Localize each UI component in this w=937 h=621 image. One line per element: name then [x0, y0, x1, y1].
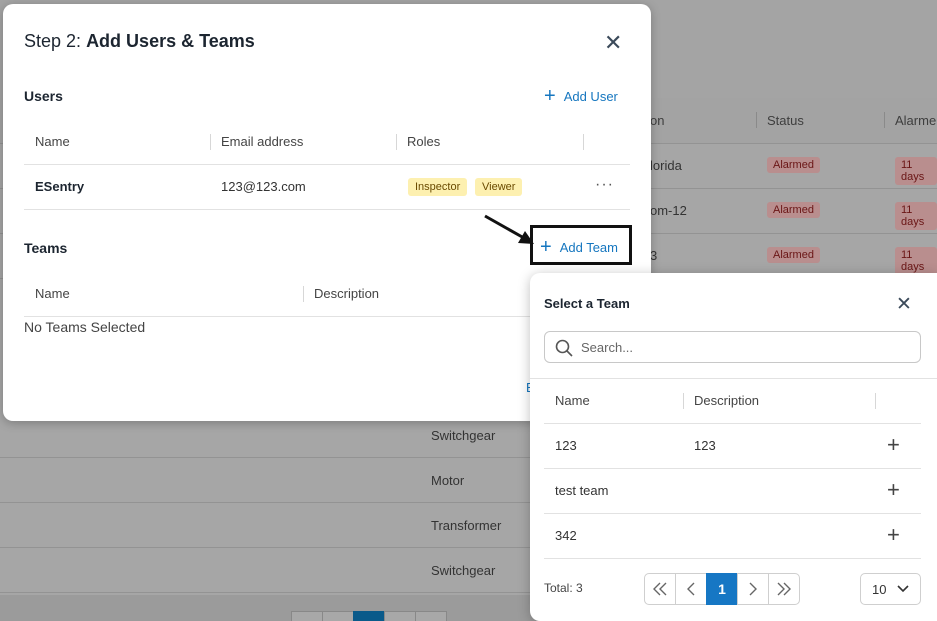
teams-column-description: Description [314, 286, 380, 301]
column-divider [396, 134, 397, 150]
highlight-box [530, 225, 632, 265]
bg-alarmed-badge: 11 days [895, 247, 937, 275]
panel-column-name: Name [555, 393, 590, 408]
panel-title: Select a Team [544, 296, 630, 311]
search-placeholder: Search... [581, 339, 634, 355]
prev-page-button[interactable] [675, 573, 707, 605]
add-team-row-plus-icon[interactable]: + [887, 524, 900, 546]
search-icon [555, 339, 573, 357]
chevron-left-icon [687, 582, 695, 596]
users-column-roles: Roles [407, 134, 441, 149]
pagination: 1 [644, 573, 800, 605]
double-chevron-right-icon [777, 582, 791, 596]
table-divider [24, 164, 630, 165]
page-size-value: 10 [872, 581, 887, 597]
bg-location-cell: om-12 [650, 203, 687, 218]
total-count: Total: 3 [544, 581, 583, 595]
bg-page-button [322, 611, 354, 621]
table-divider [544, 423, 921, 424]
bg-alarmed-badge: 11 days [895, 202, 937, 230]
bg-status-badge: Alarmed [767, 202, 820, 218]
add-user-button[interactable]: + Add User [544, 86, 618, 106]
bg-page-button [415, 611, 447, 621]
column-divider [875, 393, 876, 409]
bg-asset-type-cell: Switchgear [431, 563, 496, 578]
first-page-button[interactable] [644, 573, 676, 605]
bg-column-divider [884, 112, 885, 128]
bg-page-button [291, 611, 323, 621]
column-divider [210, 134, 211, 150]
modal-title: Step 2: Add Users & Teams [24, 31, 255, 52]
next-page-button[interactable] [737, 573, 769, 605]
panel-column-description: Description [694, 393, 760, 408]
teams-column-name: Name [35, 286, 70, 301]
team-name: 123 [555, 438, 577, 453]
role-tag-viewer: Viewer [475, 178, 523, 196]
teams-section-title: Teams [24, 240, 68, 256]
team-name: 342 [555, 528, 577, 543]
page-button-current[interactable]: 1 [706, 573, 738, 605]
table-divider [544, 513, 921, 514]
users-section-title: Users [24, 88, 63, 104]
column-divider [683, 393, 684, 409]
bg-status-badge: Alarmed [767, 157, 820, 173]
row-actions-icon[interactable]: ··· [595, 176, 614, 194]
bg-asset-type-cell: Switchgear [431, 428, 496, 443]
team-name: test team [555, 483, 609, 498]
bg-location-cell: lorida [650, 158, 682, 173]
close-icon[interactable]: ✕ [604, 32, 622, 54]
bg-column-location: on [650, 113, 665, 128]
bg-column-status: Status [767, 113, 804, 128]
user-email: 123@123.com [221, 179, 306, 194]
bg-page-button [384, 611, 416, 621]
bg-status-badge: Alarmed [767, 247, 820, 263]
search-input[interactable]: Search... [544, 331, 921, 363]
bg-page-button-active [353, 611, 385, 621]
double-chevron-left-icon [653, 582, 667, 596]
team-description: 123 [694, 438, 716, 453]
table-divider [544, 468, 921, 469]
last-page-button[interactable] [768, 573, 800, 605]
annotation-arrow-icon [484, 214, 534, 244]
plus-icon: + [544, 85, 556, 107]
chevron-down-icon [897, 585, 909, 593]
add-team-row-plus-icon[interactable]: + [887, 479, 900, 501]
column-divider [583, 134, 584, 150]
role-tag-inspector: Inspector [408, 178, 468, 196]
users-column-email: Email address [221, 134, 304, 149]
select-team-panel: Select a Team ✕ Search... Name Descripti… [530, 273, 937, 621]
modal-title-step: Step 2: [24, 31, 82, 51]
user-name: ESentry [35, 179, 85, 194]
chevron-right-icon [749, 582, 757, 596]
modal-title-main: Add Users & Teams [86, 31, 255, 51]
close-icon[interactable]: ✕ [896, 295, 912, 314]
panel-divider [530, 378, 937, 379]
users-column-name: Name [35, 134, 70, 149]
bg-alarmed-badge: 11 days [895, 157, 937, 185]
bg-column-divider [756, 112, 757, 128]
page-size-select[interactable]: 10 [860, 573, 921, 605]
bg-asset-type-cell: Motor [431, 473, 465, 488]
bg-asset-type-cell: Transformer [431, 518, 502, 533]
bg-location-cell: 3 [650, 248, 658, 263]
add-user-label: Add User [563, 88, 618, 104]
bg-column-alarmed: Alarme [895, 113, 937, 128]
table-divider [544, 558, 921, 559]
add-team-row-plus-icon[interactable]: + [887, 434, 900, 456]
column-divider [303, 286, 304, 302]
no-teams-message: No Teams Selected [24, 319, 146, 335]
table-divider [24, 316, 534, 317]
